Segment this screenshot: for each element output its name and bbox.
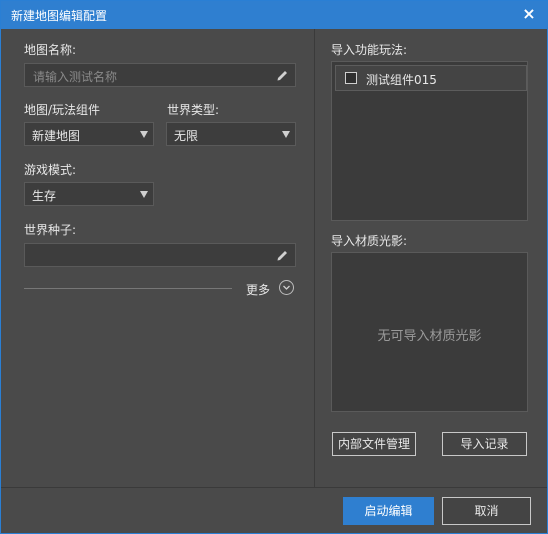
footer-divider [1, 487, 547, 488]
map-name-input[interactable]: 请输入测试名称 [24, 63, 296, 87]
chevron-down-circle-icon[interactable] [279, 280, 294, 295]
dropdown-arrow-icon [140, 191, 148, 198]
world-type-select[interactable]: 无限 [166, 122, 296, 146]
map-name-label: 地图名称: [24, 43, 77, 57]
feature-list-panel: 测试组件015 [331, 61, 528, 221]
seed-label: 世界种子: [24, 223, 77, 237]
feature-item-label: 测试组件015 [366, 73, 437, 87]
more-divider [24, 288, 232, 289]
game-mode-select-value: 生存 [32, 189, 57, 203]
world-type-label: 世界类型: [167, 103, 220, 117]
close-icon[interactable]: × [519, 4, 539, 24]
internal-files-button[interactable]: 内部文件管理 [332, 432, 416, 456]
game-mode-select[interactable]: 生存 [24, 182, 154, 206]
new-map-edit-config-dialog: 新建地图编辑配置 × 地图名称: 请输入测试名称 地图/玩法组件 新建地图 世界… [0, 0, 548, 534]
game-mode-label: 游戏模式: [24, 163, 77, 177]
dialog-title: 新建地图编辑配置 [11, 9, 108, 23]
dropdown-arrow-icon [282, 131, 290, 138]
seed-input[interactable] [24, 243, 296, 267]
edit-pencil-icon[interactable] [275, 246, 289, 262]
component-label: 地图/玩法组件 [24, 103, 101, 117]
world-type-select-value: 无限 [174, 129, 199, 143]
title-bar[interactable]: 新建地图编辑配置 × [1, 1, 547, 29]
material-empty-text: 无可导入材质光影 [377, 329, 482, 344]
feature-checkbox[interactable] [345, 72, 357, 84]
component-select-value: 新建地图 [32, 129, 81, 143]
dropdown-arrow-icon [140, 131, 148, 138]
more-label[interactable]: 更多 [246, 281, 270, 298]
list-item[interactable]: 测试组件015 [335, 65, 527, 91]
import-feature-label: 导入功能玩法: [331, 43, 408, 57]
map-name-placeholder: 请输入测试名称 [33, 70, 118, 84]
component-select[interactable]: 新建地图 [24, 122, 154, 146]
import-record-button[interactable]: 导入记录 [442, 432, 527, 456]
cancel-button[interactable]: 取消 [442, 497, 531, 525]
start-edit-button[interactable]: 启动编辑 [343, 497, 434, 525]
column-divider [314, 29, 315, 487]
edit-pencil-icon[interactable] [275, 66, 289, 82]
import-material-label: 导入材质光影: [331, 234, 408, 248]
material-list-panel: 无可导入材质光影 [331, 252, 528, 412]
